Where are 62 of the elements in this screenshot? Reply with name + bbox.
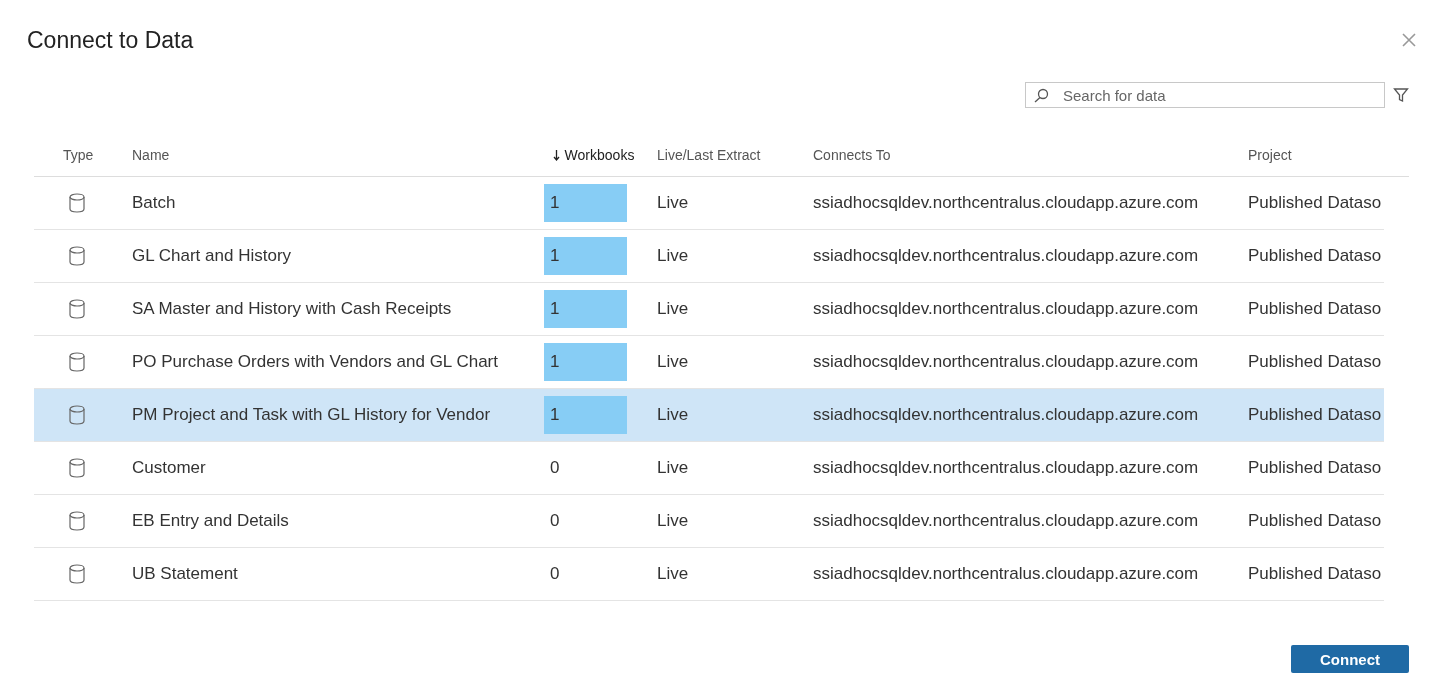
name-cell-text: UB Statement	[132, 564, 239, 584]
workbook-count-cell: 1	[544, 290, 627, 328]
workbook-count-cell: 1	[544, 184, 627, 222]
column-header[interactable]: Type	[34, 147, 132, 163]
workbook-count-cell-text: 0	[549, 510, 561, 532]
database-icon	[69, 511, 85, 531]
connects-to-cell-text: ssiadhocsqldev.northcentralus.cloudapp.azure.com	[813, 246, 1200, 266]
connects-to-cell-text: ssiadhocsqldev.northcentralus.cloudapp.azure.com	[813, 458, 1200, 478]
database-icon	[69, 299, 85, 319]
name-cell-text: PO Purchase Orders with Vendors and GL Chart	[132, 352, 499, 372]
name-cell-text: Customer	[132, 458, 207, 478]
extract-cell-text: Live	[657, 299, 690, 319]
database-icon	[69, 352, 85, 372]
search-icon	[1034, 87, 1049, 103]
database-icon	[69, 193, 85, 213]
project-cell-text: Published Dataso	[1248, 458, 1383, 478]
project-cell-text: Published Dataso	[1248, 193, 1383, 213]
column-header[interactable]: Name	[132, 147, 530, 163]
project-cell-text: Published Dataso	[1248, 564, 1383, 584]
workbook-count-cell: 1	[544, 343, 627, 381]
column-header[interactable]: Connects To	[813, 147, 1248, 163]
extract-cell-text: Live	[657, 246, 690, 266]
workbook-count-cell-text: 0	[549, 457, 561, 479]
extract-cell-text: Live	[657, 458, 690, 478]
workbook-count-cell: 1	[544, 396, 627, 434]
name-cell-text: GL Chart and History	[132, 246, 293, 266]
table-row[interactable]: PM Project and Task with GL History for Vendor 1 Live ssiadhocsqldev.northcentralus.cloudapp.azure.com Published Dataso	[34, 389, 1384, 442]
column-header[interactable]: Workbooks	[530, 147, 657, 163]
connects-to-cell-text: ssiadhocsqldev.northcentralus.cloudapp.azure.com	[813, 405, 1200, 425]
name-cell-text: Batch	[132, 193, 177, 213]
name-cell-text: PM Project and Task with GL History for Vendor	[132, 405, 492, 425]
workbook-count-cell-text: 0	[549, 563, 561, 585]
extract-cell-text: Live	[657, 564, 690, 584]
project-cell-text: Published Dataso	[1248, 299, 1383, 319]
column-header[interactable]: Live/Last Extract	[657, 147, 813, 163]
project-cell-text: Published Dataso	[1248, 405, 1383, 425]
search-field[interactable]: Search for data	[1025, 82, 1385, 108]
extract-cell-text: Live	[657, 352, 690, 372]
column-header[interactable]: Project	[1248, 147, 1384, 163]
project-cell-text: Published Dataso	[1248, 352, 1383, 372]
connect-button[interactable]: Connect	[1291, 645, 1409, 673]
workbook-count-cell: 1	[544, 237, 627, 275]
extract-cell-text: Live	[657, 511, 690, 531]
database-icon	[69, 564, 85, 584]
extract-cell-text: Live	[657, 405, 690, 425]
project-cell-text: Published Dataso	[1248, 511, 1383, 531]
filter-button[interactable]	[1393, 87, 1409, 103]
dialog-title: Connect to Data	[27, 26, 194, 54]
connects-to-cell-text: ssiadhocsqldev.northcentralus.cloudapp.azure.com	[813, 511, 1200, 531]
project-cell-text: Published Dataso	[1248, 246, 1383, 266]
name-cell-text: EB Entry and Details	[132, 511, 290, 531]
database-icon	[69, 458, 85, 478]
connects-to-cell-text: ssiadhocsqldev.northcentralus.cloudapp.azure.com	[813, 564, 1200, 584]
connects-to-cell-text: ssiadhocsqldev.northcentralus.cloudapp.azure.com	[813, 299, 1200, 319]
close-button[interactable]	[1401, 32, 1417, 48]
database-icon	[69, 405, 85, 425]
connects-to-cell-text: ssiadhocsqldev.northcentralus.cloudapp.azure.com	[813, 352, 1200, 372]
extract-cell-text: Live	[657, 193, 690, 213]
connects-to-cell-text: ssiadhocsqldev.northcentralus.cloudapp.azure.com	[813, 193, 1200, 213]
database-icon	[69, 246, 85, 266]
name-cell-text: SA Master and History with Cash Receipts	[132, 299, 453, 319]
sort-descending-icon	[552, 149, 560, 161]
